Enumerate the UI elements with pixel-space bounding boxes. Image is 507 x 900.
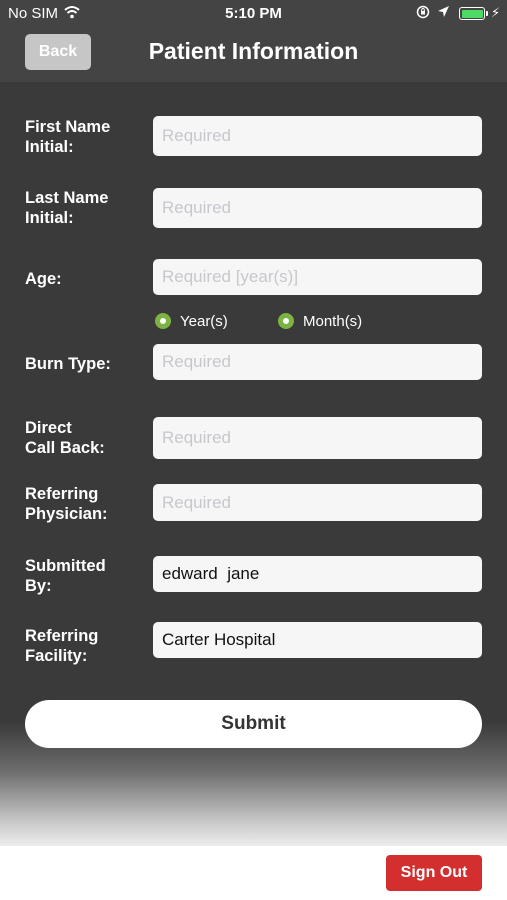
submit-button[interactable]: Submit [25, 700, 482, 748]
referring-physician-field[interactable]: Required [153, 484, 482, 521]
radio-years[interactable] [155, 313, 171, 329]
first-name-initial-label: First Name Initial: [25, 118, 111, 156]
submitted-by-field[interactable]: edward jane [153, 556, 482, 592]
orientation-lock-icon [416, 5, 430, 23]
status-bar: No SIM 5:10 PM ⚡ [0, 0, 507, 28]
age-unit-radio-group: Year(s) Month(s) [0, 311, 507, 333]
burn-type-label: Burn Type: [25, 355, 111, 373]
radio-years-label[interactable]: Year(s) [180, 313, 228, 330]
referring-facility-label: Referring Facility: [25, 627, 99, 665]
patient-form: First Name Initial: Required Last Name I… [0, 82, 507, 846]
nav-bar: Back Patient Information [0, 28, 507, 82]
location-arrow-icon [437, 5, 450, 22]
last-name-initial-field[interactable]: Required [153, 188, 482, 228]
direct-call-back-label: Direct Call Back: [25, 419, 105, 457]
burn-type-field[interactable]: Required [153, 344, 482, 380]
battery-icon [459, 7, 488, 20]
radio-months[interactable] [278, 313, 294, 329]
sign-out-button[interactable]: Sign Out [386, 855, 482, 891]
last-name-initial-label: Last Name Initial: [25, 189, 109, 227]
charging-bolt-icon: ⚡ [491, 5, 501, 20]
first-name-initial-field[interactable]: Required [153, 116, 482, 156]
age-label: Age: [25, 270, 62, 288]
radio-months-label[interactable]: Month(s) [303, 313, 362, 330]
referring-facility-field[interactable]: Carter Hospital [153, 622, 482, 658]
direct-call-back-field[interactable]: Required [153, 417, 482, 459]
submitted-by-label: Submitted By: [25, 557, 106, 595]
referring-physician-label: Referring Physician: [25, 485, 108, 523]
footer: Sign Out [0, 846, 507, 900]
age-field[interactable]: Required [year(s)] [153, 259, 482, 295]
page-title: Patient Information [148, 38, 359, 64]
clock: 5:10 PM [225, 5, 282, 22]
